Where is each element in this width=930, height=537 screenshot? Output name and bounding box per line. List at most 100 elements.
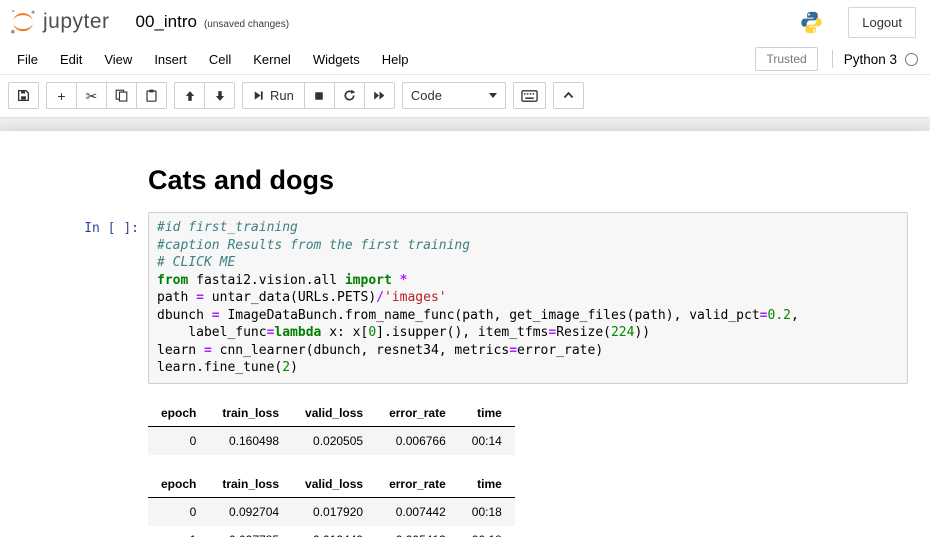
notebook-area: Cats and dogs In [ ]: #id first_training… (0, 118, 930, 537)
code-line: dbunch = ImageDataBunch.from_name_func(p… (157, 307, 899, 325)
menu-list: FileEditViewInsertCellKernelWidgetsHelp (6, 46, 420, 73)
scissors-icon: ✂ (86, 89, 98, 103)
restart-kernel-button[interactable] (334, 82, 365, 109)
jupyter-wordmark: jupyter (43, 10, 110, 34)
menubar-divider (832, 50, 833, 68)
move-cell-up-button[interactable] (174, 82, 205, 109)
code-line: #id first_training (157, 219, 899, 237)
code-line: # CLICK ME (157, 254, 899, 272)
menu-view[interactable]: View (93, 46, 143, 73)
table-cell: 00:18 (459, 526, 515, 537)
stop-square-icon (313, 90, 325, 102)
move-cell-down-button[interactable] (204, 82, 235, 109)
run-button[interactable]: Run (242, 82, 305, 109)
cut-cells-button[interactable]: ✂ (76, 82, 107, 109)
menu-widgets[interactable]: Widgets (302, 46, 371, 73)
save-button[interactable] (8, 82, 39, 109)
jupyter-planet-icon (8, 7, 38, 37)
keyboard-icon (521, 89, 538, 103)
code-line: label_func=lambda x: x[0].isupper(), ite… (157, 324, 899, 342)
table-cell: 0.027785 (209, 526, 292, 537)
checkpoint-status: (unsaved changes) (204, 14, 289, 30)
table-cell: 0.005413 (376, 526, 459, 537)
logout-button[interactable]: Logout (848, 7, 916, 38)
table-cell: 0.017920 (292, 497, 376, 526)
markdown-heading: Cats and dogs (148, 165, 908, 196)
code-line: #caption Results from the first training (157, 237, 899, 255)
clipboard-icon (145, 89, 158, 102)
code-line: from fastai2.vision.all import * (157, 272, 899, 290)
table-cell: 0.012449 (292, 526, 376, 537)
cell-type-dropdown[interactable]: Code (402, 82, 506, 109)
markdown-prompt (0, 147, 148, 204)
restart-run-all-button[interactable] (364, 82, 395, 109)
table-cell: 0.007442 (376, 497, 459, 526)
run-button-label: Run (270, 88, 294, 103)
copy-cells-button[interactable] (106, 82, 137, 109)
table-header: train_loss (209, 471, 292, 498)
kernel-idle-icon (905, 53, 918, 66)
menu-cell[interactable]: Cell (198, 46, 242, 73)
table-header: time (459, 471, 515, 498)
table-header: error_rate (376, 471, 459, 498)
notebook-container: Cats and dogs In [ ]: #id first_training… (0, 131, 930, 537)
floppy-icon (17, 89, 30, 102)
app-header: jupyter 00_intro (unsaved changes) Logou… (0, 0, 930, 44)
arrow-down-icon (214, 90, 226, 102)
table-cell: 0.092704 (209, 497, 292, 526)
training-table-2: epochtrain_lossvalid_losserror_ratetime0… (148, 471, 908, 537)
scroll-to-top-button[interactable] (553, 82, 584, 109)
table-header: train_loss (209, 400, 292, 427)
chevron-down-icon (489, 93, 497, 98)
table-cell: 0.160498 (209, 426, 292, 455)
paste-cells-button[interactable] (136, 82, 167, 109)
code-line: learn = cnn_learner(dbunch, resnet34, me… (157, 342, 899, 360)
step-forward-icon (253, 90, 264, 101)
code-cell[interactable]: In [ ]: #id first_training#caption Resul… (0, 208, 930, 388)
output-table: epochtrain_lossvalid_losserror_ratetime0… (148, 471, 515, 537)
table-cell: 0.020505 (292, 426, 376, 455)
fast-forward-icon (373, 89, 386, 102)
menu-edit[interactable]: Edit (49, 46, 93, 73)
insert-cell-below-button[interactable]: + (46, 82, 77, 109)
menu-file[interactable]: File (6, 46, 49, 73)
command-palette-button[interactable] (513, 82, 546, 109)
menu-kernel[interactable]: Kernel (242, 46, 302, 73)
code-line: learn.fine_tune(2) (157, 359, 899, 377)
table-header: time (459, 400, 515, 427)
table-row: 00.1604980.0205050.00676600:14 (148, 426, 515, 455)
code-editor[interactable]: #id first_training#caption Results from … (148, 212, 908, 384)
training-table-1: epochtrain_lossvalid_losserror_ratetime0… (148, 400, 908, 455)
table-header: epoch (148, 400, 209, 427)
table-header: valid_loss (292, 400, 376, 427)
cell-type-value: Code (411, 88, 442, 103)
toolbar: + ✂ (0, 75, 930, 118)
table-header: error_rate (376, 400, 459, 427)
trusted-button[interactable]: Trusted (755, 47, 817, 71)
table-cell: 1 (148, 526, 209, 537)
menu-insert[interactable]: Insert (143, 46, 198, 73)
markdown-cell[interactable]: Cats and dogs (0, 143, 930, 208)
python-logo-icon (799, 10, 824, 35)
menubar: FileEditViewInsertCellKernelWidgetsHelp … (0, 44, 930, 75)
output-table: epochtrain_lossvalid_losserror_ratetime0… (148, 400, 515, 455)
table-cell: 0.006766 (376, 426, 459, 455)
table-header: valid_loss (292, 471, 376, 498)
table-cell: 0 (148, 497, 209, 526)
copy-icon (115, 89, 128, 102)
table-cell: 00:14 (459, 426, 515, 455)
table-cell: 00:18 (459, 497, 515, 526)
arrow-up-icon (184, 90, 196, 102)
plus-icon: + (57, 89, 65, 103)
output-area: epochtrain_lossvalid_losserror_ratetime0… (0, 388, 930, 537)
jupyter-logo[interactable]: jupyter (8, 7, 110, 37)
output-prompt (0, 392, 148, 537)
menu-help[interactable]: Help (371, 46, 420, 73)
chevron-up-icon (562, 89, 575, 102)
code-line: path = untar_data(URLs.PETS)/'images' (157, 289, 899, 307)
kernel-name: Python 3 (844, 52, 897, 67)
notebook-title[interactable]: 00_intro (136, 12, 197, 32)
input-prompt: In [ ]: (0, 212, 148, 384)
interrupt-kernel-button[interactable] (304, 82, 335, 109)
table-header: epoch (148, 471, 209, 498)
